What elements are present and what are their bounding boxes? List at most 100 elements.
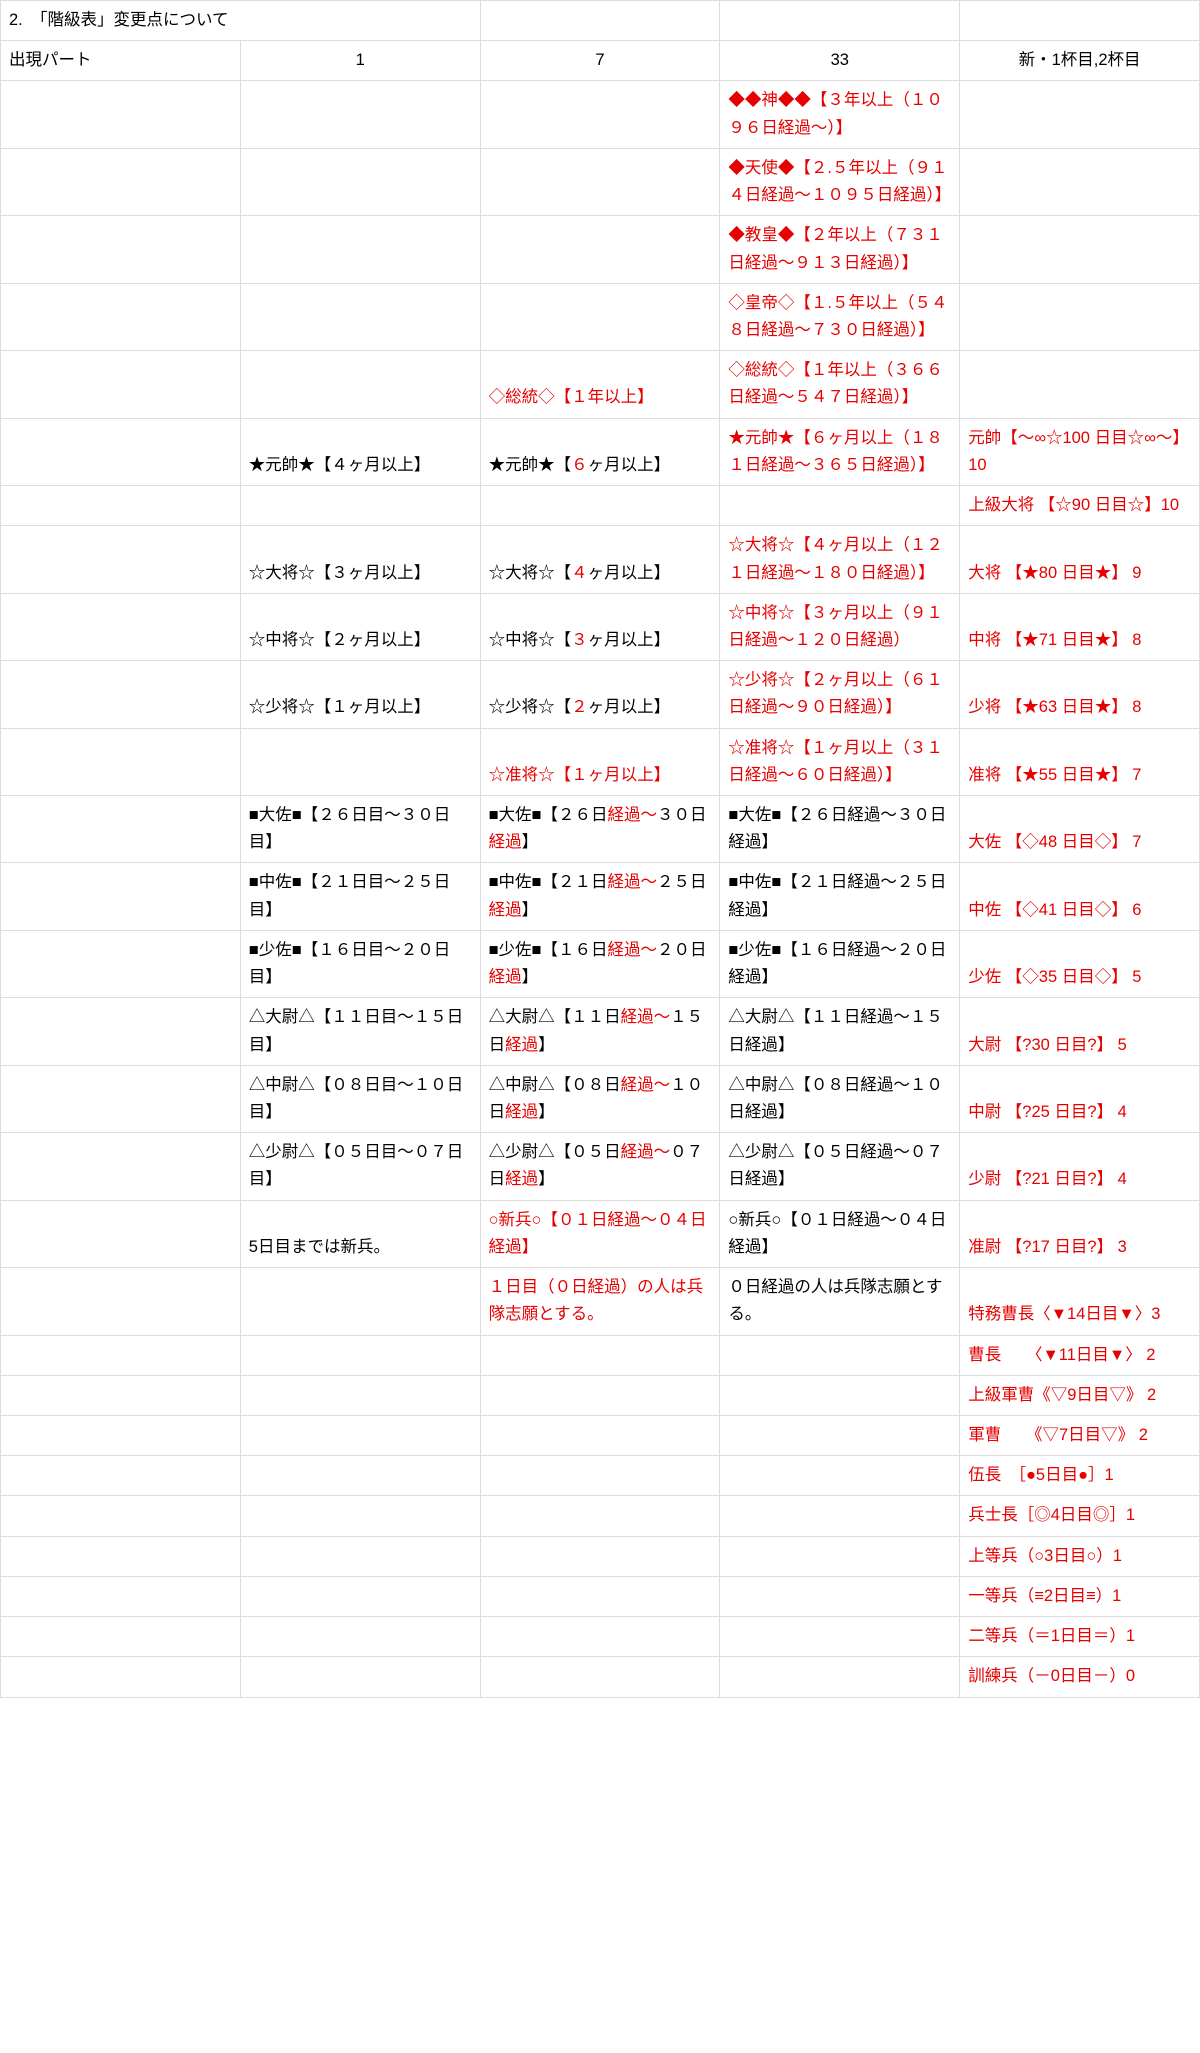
table-row: ☆大将☆【３ヶ月以上】☆大将☆【４ヶ月以上】☆大将☆【４ヶ月以上（１２１日経過〜… [1,526,1200,593]
cell [1,216,241,283]
cell [240,1415,480,1455]
text-segment: ☆少将☆【２ヶ月以上（６１日経過〜９０日経過）】 [728,671,943,716]
table-row: ★元帥★【４ヶ月以上】★元帥★【６ヶ月以上】★元帥★【６ヶ月以上（１８１日経過〜… [1,418,1200,485]
text-segment: ☆中将☆【 [489,631,572,649]
cell [1,1617,241,1657]
text-segment: △中尉△【０８日 [489,1076,621,1094]
text-segment: 】 [538,1103,555,1121]
text-segment: △大尉△【１１日 [489,1008,621,1026]
text-segment: ■少佐■【１６日 [489,941,608,959]
cell: 訓練兵（－0日目－）0 [960,1657,1200,1697]
cell [720,1617,960,1657]
text-segment: 経過〜 [608,873,658,891]
cell [240,1335,480,1375]
table-row: 一等兵（≡2日目≡）1 [1,1576,1200,1616]
cell [1,930,241,997]
text-segment: 】 [522,968,539,986]
table-row: 訓練兵（－0日目－）0 [1,1657,1200,1697]
cell: 軍曹 《▽7日目▽》 2 [960,1415,1200,1455]
cell: 一等兵（≡2日目≡）1 [960,1576,1200,1616]
text-segment: 准将 【★55 日目★】 7 [968,766,1141,784]
text-segment: ◇総統◇【１年以上】 [489,388,654,406]
table-row: 軍曹 《▽7日目▽》 2 [1,1415,1200,1455]
cell: ☆中将☆【３ヶ月以上】 [480,593,720,660]
cell: 兵士長［◎4日目◎］1 [960,1496,1200,1536]
cell [1,796,241,863]
cell [1,661,241,728]
cell [240,283,480,350]
text-segment: 兵士長［◎4日目◎］1 [968,1506,1135,1524]
cell [720,1375,960,1415]
cell [480,486,720,526]
text-segment: 経過〜 [621,1008,671,1026]
cell: 元帥【〜∞☆100 日目☆∞〜】10 [960,418,1200,485]
cell [960,148,1200,215]
cell: ■少佐■【１６日経過〜２０日経過】 [480,930,720,997]
text-segment: 特務曹長〈▼14日目▼〉3 [968,1305,1160,1323]
cell [480,1617,720,1657]
cell: ◇総統◇【１年以上（３６６日経過〜５４７日経過）】 [720,351,960,418]
cell [240,1375,480,1415]
column-header: 1 [240,41,480,81]
text-segment: 大将 【★80 日目★】 9 [968,564,1141,582]
cell [1,863,241,930]
column-header: 出現パート [1,41,241,81]
text-segment: 少将 【★63 日目★】 8 [968,698,1141,716]
cell [1,593,241,660]
text-segment: 中将 【★71 日目★】 8 [968,631,1141,649]
cell [1,148,241,215]
cell: 少尉 【?21 日目?】 4 [960,1133,1200,1200]
cell: ☆大将☆【４ヶ月以上（１２１日経過〜１８０日経過）】 [720,526,960,593]
cell: ☆准将☆【１ヶ月以上】 [480,728,720,795]
cell [720,486,960,526]
text-segment: ２ [571,698,588,716]
text-segment: 経過 [489,901,522,919]
cell [240,1268,480,1335]
cell: ◆◆神◆◆【３年以上（１０９６日経過〜）】 [720,81,960,148]
cell [960,81,1200,148]
cell: 准将 【★55 日目★】 7 [960,728,1200,795]
cell: ☆中将☆【２ヶ月以上】 [240,593,480,660]
text-segment: ○新兵○【０１日経過〜０４日経過】 [728,1211,946,1256]
text-segment: ☆中将☆【３ヶ月以上（９１日経過〜１２０日経過） [728,604,943,649]
cell [1,1415,241,1455]
table-row: 二等兵（＝1日目＝）1 [1,1617,1200,1657]
cell [480,81,720,148]
cell [1,1536,241,1576]
cell [1,351,241,418]
text-segment: ０日経過の人は兵隊志願とする。 [728,1278,942,1323]
cell: ■中佐■【２１日経過〜２５日経過】 [720,863,960,930]
text-segment: 上級大将 【☆90 日目☆】10 [968,496,1179,514]
text-segment: ☆大将☆【 [489,564,572,582]
cell [240,1456,480,1496]
text-segment: ■大佐■【２６日経過〜３０日経過】 [728,806,946,851]
text-segment: △大尉△【１１日経過〜１５日経過】 [728,1008,943,1053]
empty-cell [960,1,1200,41]
cell [480,1657,720,1697]
text-segment: △少尉△【０５日経過〜０７日経過】 [728,1143,943,1188]
cell [480,283,720,350]
table-row: ☆准将☆【１ヶ月以上】☆准将☆【１ヶ月以上（３１日経過〜６０日経過）】准将 【★… [1,728,1200,795]
cell: 伍長 ［●5日目●］1 [960,1456,1200,1496]
cell: △大尉△【１１日経過〜１５日経過】 [480,998,720,1065]
table-row: △大尉△【１１日目〜１５日目】△大尉△【１１日経過〜１５日経過】△大尉△【１１日… [1,998,1200,1065]
cell: ○新兵○【０１日経過〜０４日経過】 [720,1200,960,1267]
text-segment: ３０日 [657,806,707,824]
cell: 曹長 〈▼11日目▼〉 2 [960,1335,1200,1375]
text-segment: △少尉△【０５日 [489,1143,621,1161]
cell [480,1496,720,1536]
cell: ◆天使◆【２.５年以上（９１４日経過〜１０９５日経過）】 [720,148,960,215]
text-segment: ６ [571,456,588,474]
cell [1,1456,241,1496]
cell [1,728,241,795]
table-row: ◇総統◇【１年以上】 ◇総統◇【１年以上（３６６日経過〜５４７日経過）】 [1,351,1200,418]
cell [1,486,241,526]
cell [480,1576,720,1616]
cell: △中尉△【０８日経過〜１０日経過】 [480,1065,720,1132]
cell [720,1335,960,1375]
cell: 上級軍曹《▽9日目▽》 2 [960,1375,1200,1415]
cell: ☆大将☆【３ヶ月以上】 [240,526,480,593]
cell: 少将 【★63 日目★】 8 [960,661,1200,728]
cell [240,486,480,526]
text-segment: ◇皇帝◇【１.５年以上（５４８日経過〜７３０日経過）】 [728,294,947,339]
